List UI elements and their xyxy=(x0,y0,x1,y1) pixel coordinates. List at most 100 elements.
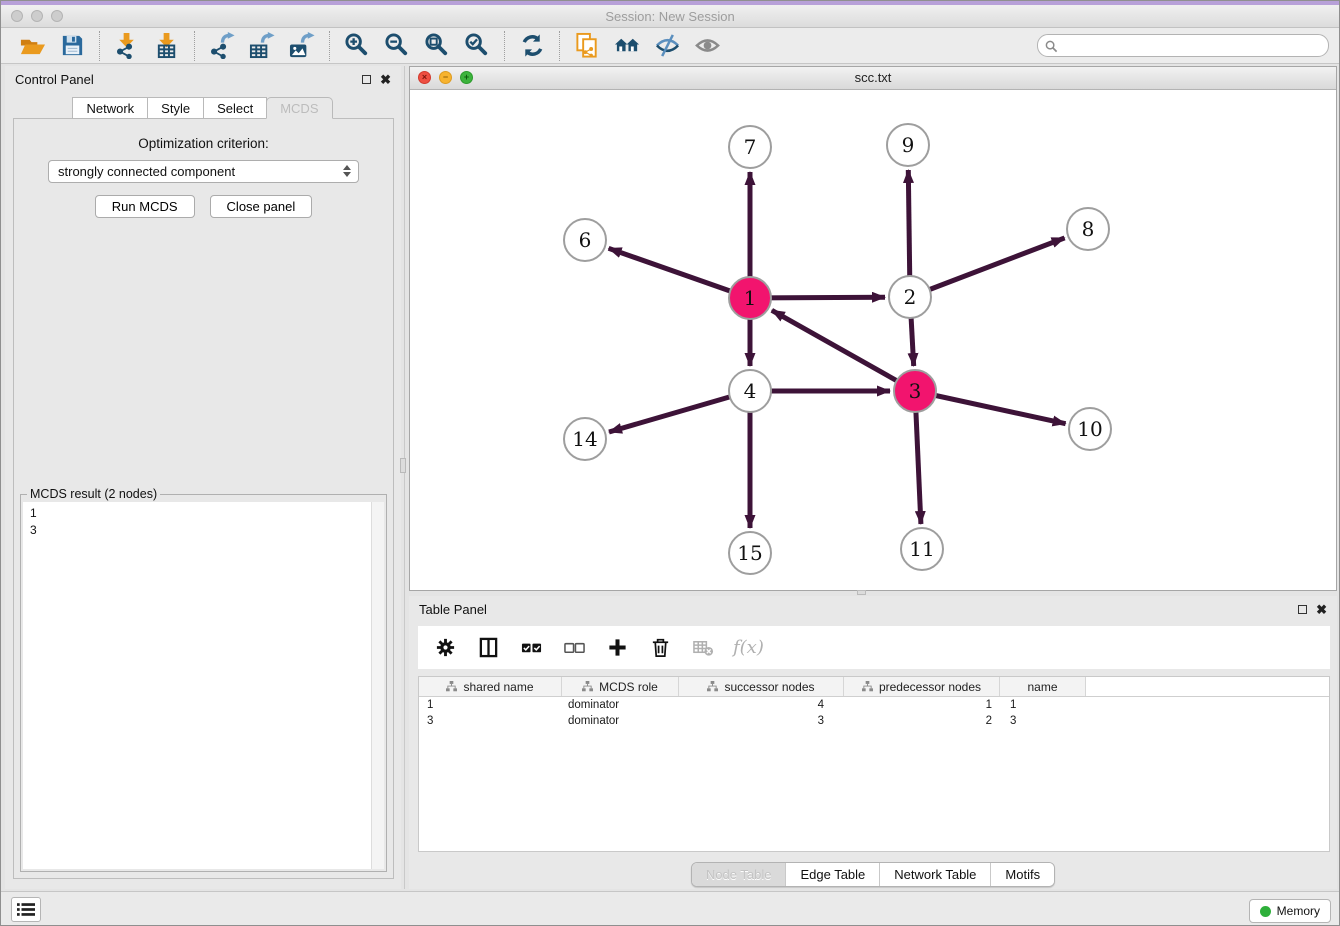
application-window: Session: New Session xyxy=(0,0,1340,926)
tab-mcds[interactable]: MCDS xyxy=(266,97,332,119)
zoom-selected-button[interactable] xyxy=(461,31,493,61)
export-network-button[interactable] xyxy=(206,31,238,61)
tab-edge-table[interactable]: Edge Table xyxy=(785,863,879,886)
tab-style[interactable]: Style xyxy=(147,97,204,119)
column-label: MCDS role xyxy=(599,680,658,694)
tab-network[interactable]: Network xyxy=(72,97,148,119)
edge-3-1[interactable] xyxy=(772,310,915,391)
table-options-gear-button[interactable] xyxy=(432,635,458,661)
mcds-result-legend: MCDS result (2 nodes) xyxy=(27,487,160,501)
column-header-successor-nodes[interactable]: successor nodes xyxy=(679,677,844,696)
graph-node-3[interactable]: 3 xyxy=(893,369,937,413)
add-column-button[interactable] xyxy=(604,635,630,661)
optimization-criterion-dropdown[interactable]: strongly connected component xyxy=(48,160,359,183)
save-session-button[interactable] xyxy=(56,31,88,61)
table-header-row: shared name MCDS role successor nodes pr… xyxy=(419,677,1329,697)
float-panel-icon[interactable] xyxy=(362,75,371,84)
hide-selected-button[interactable] xyxy=(651,31,683,61)
attribute-type-icon xyxy=(446,681,457,692)
table-panel: Table Panel ✖ f(x) shared name MCDS role xyxy=(409,596,1337,889)
import-network-button[interactable] xyxy=(111,31,143,61)
column-header-MCDS-role[interactable]: MCDS role xyxy=(562,677,679,696)
network-canvas[interactable]: 7 9 6 8 1 2 4 3 14 10 15 11 xyxy=(410,90,1336,590)
run-mcds-button[interactable]: Run MCDS xyxy=(95,195,195,218)
table-cell[interactable]: 1 xyxy=(419,697,562,713)
first-neighbors-button[interactable] xyxy=(611,31,643,61)
tab-node-table[interactable]: Node Table xyxy=(692,863,786,886)
graph-node-15[interactable]: 15 xyxy=(728,531,772,575)
close-table-panel-icon[interactable]: ✖ xyxy=(1316,603,1327,616)
zoom-in-button[interactable] xyxy=(341,31,373,61)
open-file-button[interactable] xyxy=(16,31,48,61)
import-table-button[interactable] xyxy=(151,31,183,61)
table-row[interactable]: 3dominator323 xyxy=(419,713,1329,729)
delete-column-button[interactable] xyxy=(647,635,673,661)
graph-node-14[interactable]: 14 xyxy=(563,417,607,461)
deselect-all-rows-button[interactable] xyxy=(561,635,587,661)
zoom-fit-icon xyxy=(424,32,451,59)
search-box[interactable] xyxy=(1037,34,1329,57)
graph-node-10[interactable]: 10 xyxy=(1068,407,1112,451)
app-titlebar[interactable]: Session: New Session xyxy=(1,5,1339,28)
tab-motifs[interactable]: Motifs xyxy=(990,863,1054,886)
toolbar-group xyxy=(560,31,734,61)
table-row[interactable]: 1dominator411 xyxy=(419,697,1329,713)
table-tabs: Node TableEdge TableNetwork TableMotifs xyxy=(691,862,1055,887)
network-view-title: scc.txt xyxy=(410,70,1336,85)
open-file-icon xyxy=(19,32,46,59)
column-header-name[interactable]: name xyxy=(1000,677,1086,696)
graph-node-2[interactable]: 2 xyxy=(888,275,932,319)
dropdown-selected-value: strongly connected component xyxy=(58,164,235,179)
table-cell[interactable]: 3 xyxy=(1000,713,1086,729)
control-panel: Control Panel ✖ NetworkStyleSelectMCDS O… xyxy=(5,66,401,889)
zoom-fit-button[interactable] xyxy=(421,31,453,61)
vertical-splitter[interactable] xyxy=(404,66,405,889)
task-history-button[interactable] xyxy=(11,897,41,922)
toggle-column-panel-button[interactable] xyxy=(475,635,501,661)
graph-node-4[interactable]: 4 xyxy=(728,369,772,413)
column-header-shared-name[interactable]: shared name xyxy=(419,677,562,696)
tab-select[interactable]: Select xyxy=(203,97,267,119)
memory-button[interactable]: Memory xyxy=(1249,899,1331,923)
graph-node-8[interactable]: 8 xyxy=(1066,207,1110,251)
select-all-rows-button[interactable] xyxy=(518,635,544,661)
search-icon xyxy=(1045,40,1058,53)
clone-network-button[interactable] xyxy=(571,31,603,61)
column-header-predecessor-nodes[interactable]: predecessor nodes xyxy=(844,677,1000,696)
graph-node-11[interactable]: 11 xyxy=(900,527,944,571)
float-table-panel-icon[interactable] xyxy=(1298,605,1307,614)
graph-node-1[interactable]: 1 xyxy=(728,276,772,320)
refresh-view-button[interactable] xyxy=(516,31,548,61)
show-all-button[interactable] xyxy=(691,31,723,61)
table-cell[interactable]: 3 xyxy=(419,713,562,729)
horizontal-splitter-handle[interactable] xyxy=(857,590,866,595)
table-cell[interactable]: 2 xyxy=(844,713,1000,729)
result-scrollbar[interactable] xyxy=(371,502,384,869)
mcds-result-lines: 1 3 xyxy=(23,502,384,539)
toggle-column-panel-icon xyxy=(478,637,499,658)
graph-node-9[interactable]: 9 xyxy=(886,123,930,167)
network-window-titlebar[interactable]: × − + scc.txt xyxy=(410,67,1336,90)
vertical-splitter-handle[interactable] xyxy=(400,458,406,473)
table-cell[interactable]: 3 xyxy=(679,713,844,729)
table-cell[interactable]: 4 xyxy=(679,697,844,713)
zoom-out-button[interactable] xyxy=(381,31,413,61)
deselect-all-rows-icon xyxy=(564,637,585,658)
table-cell[interactable]: dominator xyxy=(562,713,679,729)
toolbar-group xyxy=(195,31,329,61)
table-cell[interactable]: 1 xyxy=(1000,697,1086,713)
mcds-result-textarea[interactable]: 1 3 xyxy=(23,502,384,869)
table-cell[interactable]: 1 xyxy=(844,697,1000,713)
search-input[interactable] xyxy=(1038,35,1328,56)
tab-network-table[interactable]: Network Table xyxy=(879,863,990,886)
status-bar: Memory xyxy=(1,891,1339,926)
close-panel-icon[interactable]: ✖ xyxy=(380,73,391,86)
table-cell[interactable]: dominator xyxy=(562,697,679,713)
close-panel-button[interactable]: Close panel xyxy=(210,195,313,218)
edge-3-10[interactable] xyxy=(915,391,1066,424)
export-image-button[interactable] xyxy=(286,31,318,61)
graph-node-7[interactable]: 7 xyxy=(728,125,772,169)
graph-node-6[interactable]: 6 xyxy=(563,218,607,262)
export-table-button[interactable] xyxy=(246,31,278,61)
edge-2-8[interactable] xyxy=(910,238,1065,297)
